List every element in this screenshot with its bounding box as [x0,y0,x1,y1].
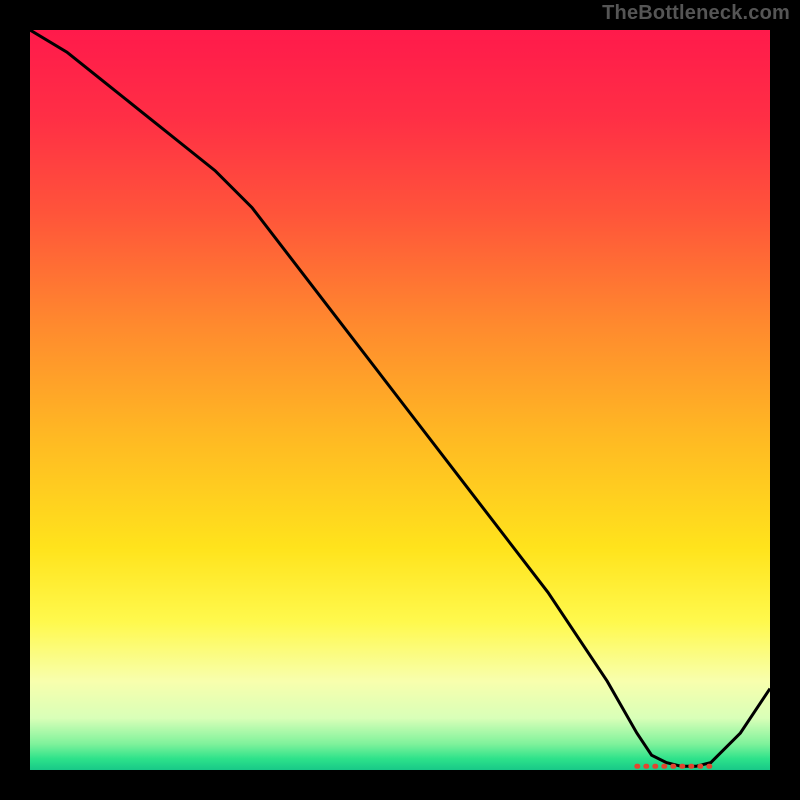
chart-line [30,30,770,766]
attribution-text: TheBottleneck.com [602,2,790,25]
chart-curve [30,30,770,770]
chart-plot-area [30,30,770,770]
